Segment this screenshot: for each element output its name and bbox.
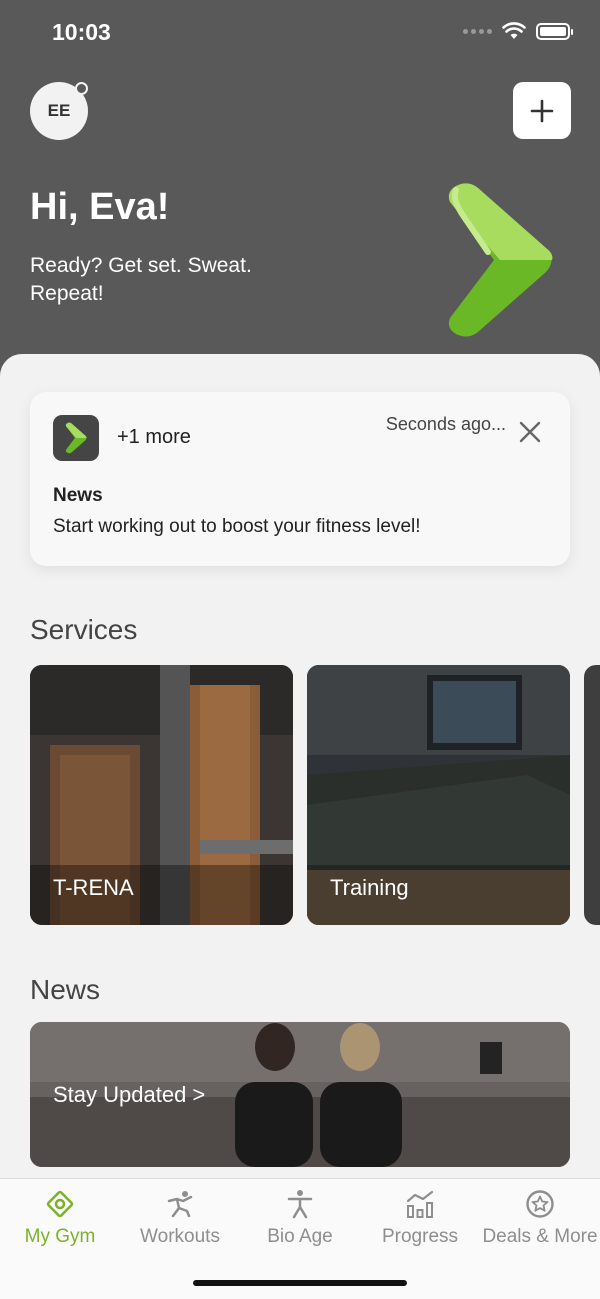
tagline: Ready? Get set. Sweat. Repeat! [30,254,252,305]
status-icons [463,22,573,40]
tab-my-gym[interactable]: My Gym [0,1179,120,1259]
workouts-icon [167,1191,193,1218]
news-card[interactable]: Stay Updated > [30,1022,570,1167]
notification-card[interactable]: +1 more Seconds ago... News Start workin… [30,392,570,566]
add-button[interactable] [513,82,571,139]
signal-icon [463,28,492,34]
avatar[interactable]: EE [30,82,88,140]
bio-age-icon [287,1190,313,1219]
tab-label: My Gym [24,1226,96,1247]
gym-icon [46,1190,74,1218]
header: 10:03 EE Hi, Eva! Ready? Get set. Sweat.… [0,0,600,380]
home-indicator [193,1280,407,1286]
close-icon[interactable] [518,420,542,444]
tab-label: Bio Age [267,1226,333,1247]
service-card-partial[interactable] [584,665,600,925]
service-label: T-RENA [53,875,134,900]
tab-progress[interactable]: Progress [360,1179,480,1259]
service-label: Training [330,875,409,900]
service-card-t-rena[interactable]: T-RENA [30,665,293,925]
progress-icon [406,1190,434,1218]
greeting: Hi, Eva! [30,186,170,228]
notification-body: Start working out to boost your fitness … [53,516,421,537]
news-card-label: Stay Updated > [53,1082,206,1107]
notification-time: Seconds ago... [385,414,506,434]
tab-label: Progress [381,1226,459,1247]
brand-logo [448,183,553,337]
service-card-training[interactable]: Training [307,665,570,925]
notification-more: +1 more [117,426,191,448]
notification-title: News [53,485,103,506]
plus-icon [530,99,554,122]
tab-label: Workouts [140,1226,220,1247]
news-title: News [30,974,101,1005]
services-title: Services [30,614,138,645]
battery-icon [536,22,573,40]
deals-icon [526,1190,554,1218]
tab-deals-more[interactable]: Deals & More [480,1179,600,1259]
avatar-status-dot [75,82,88,95]
status-time: 10:03 [52,19,111,45]
tab-label: Deals & More [482,1226,598,1247]
tab-workouts[interactable]: Workouts [120,1179,240,1259]
main-content: +1 more Seconds ago... News Start workin… [0,354,600,1184]
tab-bio-age[interactable]: Bio Age [240,1179,360,1259]
wifi-icon [502,22,526,39]
avatar-initials: EE [47,101,71,120]
app-logo-icon [53,415,99,461]
